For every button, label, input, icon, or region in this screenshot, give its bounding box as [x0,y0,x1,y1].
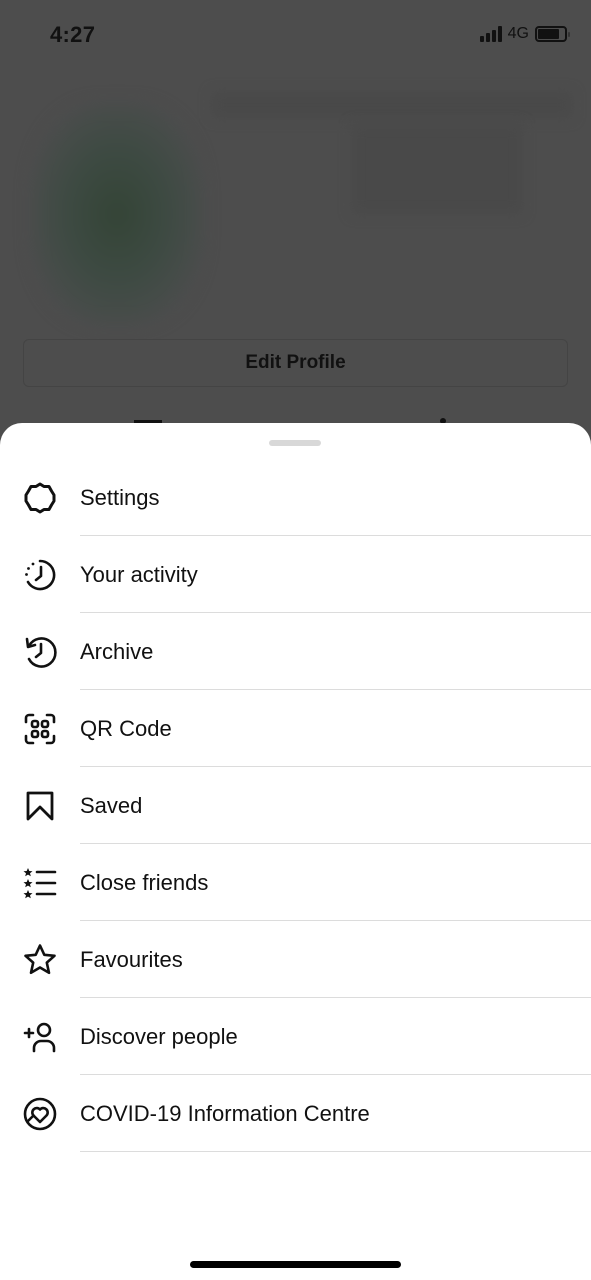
qr-code-icon [22,711,58,747]
status-time: 4:27 [50,22,96,47]
profile-avatar-blurred [32,104,202,324]
blurred-content [352,124,522,214]
menu-item-discover-people[interactable]: Discover people [0,998,591,1075]
status-bar: 4:27 4G [0,0,591,66]
menu-item-close-friends[interactable]: Close friends [0,844,591,921]
menu-item-your-activity[interactable]: Your activity [0,536,591,613]
covid-heart-icon [22,1096,58,1132]
close-friends-list-icon [22,865,58,901]
menu-item-archive[interactable]: Archive [0,613,591,690]
menu-item-label: Your activity [80,561,198,587]
menu-item-label: QR Code [80,715,172,741]
menu-item-label: Archive [80,638,154,664]
signal-strength-icon [479,26,502,42]
menu-item-favourites[interactable]: Favourites [0,921,591,998]
menu-item-qr-code[interactable]: QR Code [0,690,591,767]
menu-item-label: Favourites [80,946,183,972]
status-indicators: 4G [479,25,570,43]
menu-item-label: COVID-19 Information Centre [80,1100,370,1126]
battery-icon [535,26,570,42]
menu-item-label: Saved [80,792,143,818]
activity-clock-icon [22,557,58,593]
bookmark-icon [22,788,58,824]
options-bottom-sheet: Settings Your activity Archive QR Code S… [0,423,591,1280]
menu-item-label: Close friends [80,869,209,895]
settings-gear-icon [22,480,58,516]
menu-item-label: Settings [80,484,160,510]
profile-header-background [12,64,579,324]
archive-history-icon [22,634,58,670]
menu-item-covid-info[interactable]: COVID-19 Information Centre [0,1075,591,1152]
star-icon [22,942,58,978]
options-menu: Settings Your activity Archive QR Code S… [0,459,591,1152]
blurred-stats [212,92,572,118]
home-indicator[interactable] [190,1261,401,1268]
menu-item-label: Discover people [80,1023,238,1049]
sheet-grabber-handle[interactable] [269,440,321,446]
menu-item-settings[interactable]: Settings [0,459,591,536]
network-type: 4G [507,25,529,42]
add-person-icon [22,1019,58,1055]
menu-item-saved[interactable]: Saved [0,767,591,844]
edit-profile-button[interactable]: Edit Profile [23,339,568,387]
